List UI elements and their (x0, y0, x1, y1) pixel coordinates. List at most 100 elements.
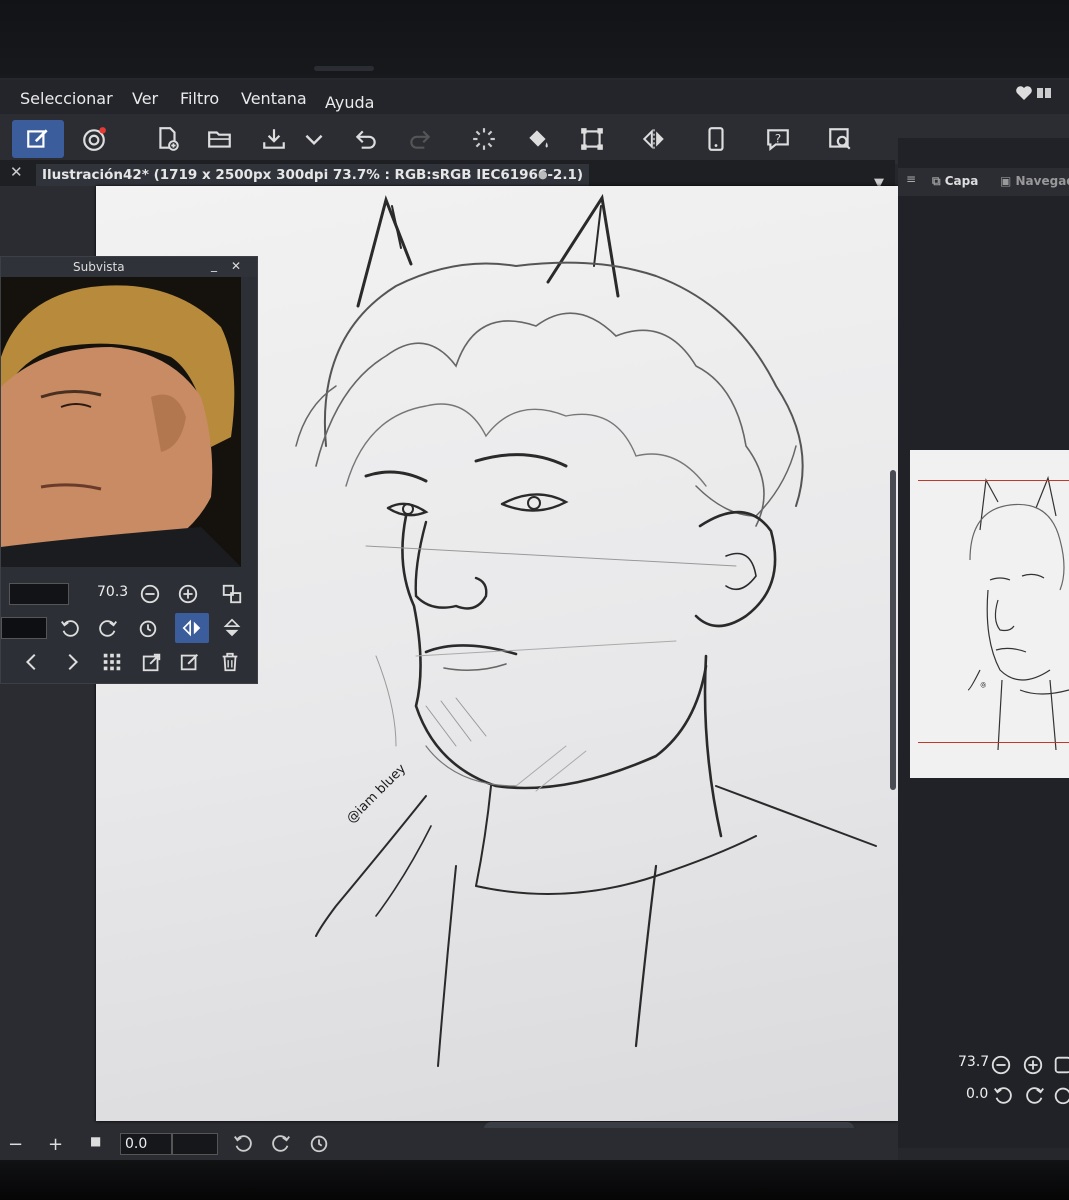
flip-horizontal-icon (182, 619, 201, 637)
smartphone-button[interactable] (696, 120, 736, 158)
save-options-dropdown[interactable] (296, 120, 332, 158)
zoom-out-icon (140, 584, 160, 604)
bottom-rotate-left-button[interactable] (230, 1130, 256, 1156)
open-folder-button[interactable] (200, 120, 240, 158)
save-button[interactable] (254, 120, 294, 158)
close-tab-icon[interactable]: ✕ (10, 163, 23, 181)
rotate-left-button[interactable] (57, 615, 83, 641)
reset-rotation-icon (1054, 1087, 1069, 1105)
rotate-right-icon (99, 620, 117, 637)
reset-rotation-button[interactable] (135, 615, 161, 641)
dropdown-chevron-icon (305, 134, 323, 146)
flip-vertical-button[interactable] (219, 615, 245, 641)
new-file-button[interactable] (148, 120, 188, 158)
monitor-slot (314, 66, 374, 71)
zoom-in-button[interactable] (175, 581, 201, 607)
import-image-button[interactable] (139, 649, 165, 675)
tab-navegador[interactable]: ▣ Navegador (1000, 174, 1069, 188)
tab-navegador-label: Navegador (1015, 174, 1069, 188)
rotate-slider[interactable] (1, 617, 47, 639)
grid-icon (103, 653, 121, 671)
flip-icon (642, 129, 664, 149)
menu-ayuda[interactable]: Ayuda (325, 93, 374, 112)
minimize-icon[interactable]: _ (211, 258, 217, 272)
reset-rotation-icon (310, 1135, 328, 1153)
navigator-fit-button[interactable] (1050, 1052, 1069, 1078)
search-view-button[interactable] (820, 120, 860, 158)
navigator-zoom-out-button[interactable] (988, 1052, 1014, 1078)
vertical-scrollbar[interactable] (890, 470, 896, 790)
navigator-zoom-in-button[interactable] (1020, 1052, 1046, 1078)
redo-button[interactable] (400, 120, 440, 158)
busy-indicator (464, 120, 504, 158)
bottom-rotate-right-button[interactable] (268, 1130, 294, 1156)
companion-icon (83, 127, 106, 151)
new-file-icon (159, 127, 179, 151)
unsaved-indicator: ● (538, 168, 548, 181)
grid-view-button[interactable] (99, 649, 125, 675)
rotate-right-button[interactable] (95, 615, 121, 641)
navigator-preview[interactable]: @ (910, 450, 1069, 778)
edit-image-button[interactable] (177, 649, 203, 675)
fill-button[interactable] (518, 120, 558, 158)
mobile-icon (708, 127, 724, 151)
search-view-icon (829, 128, 851, 150)
edit-mode-icon (27, 129, 48, 148)
navigator-rotate-left-button[interactable] (990, 1082, 1016, 1108)
navigator-thumbnail: @ (967, 475, 1069, 751)
import-icon (142, 653, 161, 672)
subvista-titlebar[interactable]: Subvista _ ✕ (1, 257, 257, 277)
close-icon[interactable]: ✕ (231, 259, 241, 273)
rotation-angle-field[interactable]: 0.0 (120, 1133, 172, 1155)
menu-ver[interactable]: Ver (132, 89, 158, 108)
zoom-slider[interactable] (9, 583, 69, 605)
transform-icon (581, 128, 603, 150)
navigator-icon: ▣ (1000, 174, 1016, 188)
tab-capa[interactable]: ⧉ Capa (932, 174, 978, 189)
companion-button[interactable] (74, 120, 114, 158)
menu-filtro[interactable]: Filtro (180, 89, 219, 108)
open-folder-icon (208, 131, 231, 148)
monitor-bezel (0, 0, 1069, 80)
subvista-title: Subvista (73, 260, 125, 274)
navigator-angle-value: 0.0 (966, 1086, 989, 1102)
zoom-in-icon (178, 584, 198, 604)
svg-text:?: ? (775, 131, 781, 145)
square-marker-icon[interactable]: ■ (90, 1134, 101, 1148)
navigator-reset-rotation-button[interactable] (1050, 1082, 1069, 1108)
panel-menu-icon[interactable]: ≡ (906, 172, 916, 186)
help-button[interactable]: ? (758, 120, 798, 158)
document-tab-title[interactable]: Ilustración42* (1719 x 2500px 300dpi 73.… (36, 164, 590, 186)
flip-horizontal-button[interactable] (175, 613, 209, 643)
fit-view-button[interactable] (219, 581, 245, 607)
bottom-reset-rotation-button[interactable] (306, 1130, 332, 1156)
navigator-rotate-right-button[interactable] (1022, 1082, 1048, 1108)
zoom-in-icon (1023, 1055, 1043, 1075)
rotation-slider[interactable] (172, 1133, 218, 1155)
save-icon (263, 129, 285, 149)
transform-button[interactable] (572, 120, 612, 158)
previous-image-button[interactable] (19, 649, 45, 675)
fit-view-icon (1054, 1056, 1069, 1074)
rotate-left-icon (61, 620, 79, 637)
zoom-out-icon (991, 1055, 1011, 1075)
undo-button[interactable] (346, 120, 386, 158)
fit-view-icon (222, 584, 242, 604)
navigator-view-frame-top (918, 480, 1069, 481)
menu-ventana[interactable]: Ventana (241, 89, 307, 108)
svg-text:@: @ (979, 680, 988, 689)
navigator-zoom-value: 73.7 (958, 1054, 990, 1070)
subvista-zoom-value: 70.3 (97, 584, 129, 600)
menu-seleccionar[interactable]: Seleccionar (20, 89, 113, 108)
zoom-out-button[interactable] (137, 581, 163, 607)
delete-image-button[interactable] (217, 649, 243, 675)
zoom-in-control[interactable]: + (48, 1134, 63, 1155)
window-controls[interactable] (1015, 84, 1055, 107)
subvista-panel: Subvista _ ✕ 70.3 (0, 256, 258, 684)
rotate-right-icon (272, 1135, 290, 1152)
next-image-button[interactable] (59, 649, 85, 675)
flip-horizontal-button[interactable] (634, 120, 674, 158)
heart-icon[interactable] (1015, 84, 1055, 102)
zoom-out-control[interactable]: − (8, 1134, 23, 1155)
edit-mode-button[interactable] (12, 120, 64, 158)
